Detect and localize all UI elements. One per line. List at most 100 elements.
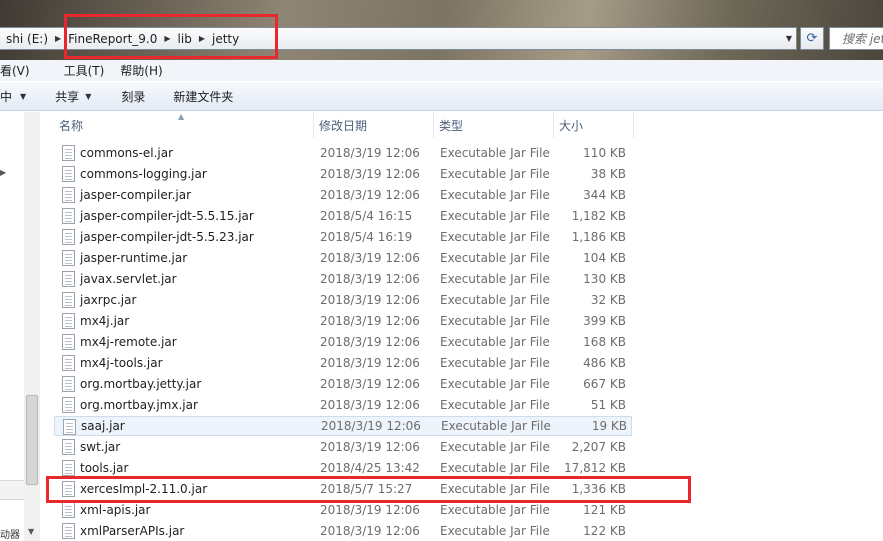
jar-file-icon — [62, 208, 75, 224]
file-row[interactable]: commons-el.jar 2018/3/19 12:06 Executable … — [54, 143, 632, 163]
file-date: 2018/3/19 12:06 — [320, 272, 420, 286]
file-name: swt.jar — [80, 440, 121, 454]
file-name: jasper-runtime.jar — [80, 251, 188, 265]
file-size: 486 KB — [583, 356, 626, 370]
file-row[interactable]: javax.servlet.jar 2018/3/19 12:06 Executab… — [54, 269, 632, 289]
jar-file-icon — [62, 523, 75, 539]
file-size: 38 KB — [590, 167, 626, 181]
file-name: jaxrpc.jar — [80, 293, 137, 307]
jar-file-icon — [62, 376, 75, 392]
file-row[interactable]: mx4j.jar 2018/3/19 12:06 Executable Jar Fi… — [54, 311, 632, 331]
file-date: 2018/5/4 16:19 — [320, 230, 413, 244]
file-type: Executable Jar File — [440, 482, 550, 496]
jar-file-icon — [62, 313, 75, 329]
file-row[interactable]: jasper-compiler-jdt-5.5.23.jar 2018/5/4 1… — [54, 227, 632, 247]
file-size: 667 KB — [583, 377, 626, 391]
file-type: Executable Jar File — [440, 461, 550, 475]
file-row[interactable]: saaj.jar 2018/3/19 12:06 Executable Jar Fi… — [54, 416, 632, 436]
jar-file-icon — [62, 439, 75, 455]
file-name: jasper-compiler.jar — [80, 188, 191, 202]
file-date: 2018/3/19 12:06 — [320, 377, 420, 391]
file-date: 2018/3/19 12:06 — [320, 398, 420, 412]
file-row[interactable]: mx4j-remote.jar 2018/3/19 12:06 Executable… — [54, 332, 632, 352]
file-type: Executable Jar File — [440, 440, 550, 454]
jar-file-icon — [62, 460, 75, 476]
file-date: 2018/5/4 16:15 — [320, 209, 413, 223]
jar-file-icon — [62, 334, 75, 350]
file-name: saaj.jar — [81, 419, 125, 433]
file-name: mx4j-tools.jar — [80, 356, 163, 370]
file-date: 2018/3/19 12:06 — [320, 188, 420, 202]
file-row[interactable]: jasper-runtime.jar 2018/3/19 12:06 Executa… — [54, 248, 632, 268]
file-type: Executable Jar File — [440, 398, 550, 412]
file-name: jasper-compiler-jdt-5.5.23.jar — [80, 230, 254, 244]
file-date: 2018/3/19 12:06 — [320, 167, 420, 181]
file-row[interactable]: swt.jar 2018/3/19 12:06 Executable Jar Fil… — [54, 437, 632, 457]
file-name: commons-el.jar — [80, 146, 173, 160]
file-date: 2018/3/19 12:06 — [320, 356, 420, 370]
jar-file-icon — [62, 187, 75, 203]
jar-file-icon — [62, 250, 75, 266]
file-size: 2,207 KB — [571, 440, 626, 454]
file-row[interactable]: org.mortbay.jmx.jar 2018/3/19 12:06 Execut… — [54, 395, 632, 415]
file-date: 2018/3/19 12:06 — [320, 440, 420, 454]
file-size: 1,336 KB — [571, 482, 626, 496]
file-date: 2018/3/19 12:06 — [320, 293, 420, 307]
file-name: xml-apis.jar — [80, 503, 151, 517]
file-type: Executable Jar File — [440, 314, 550, 328]
file-name: tools.jar — [80, 461, 129, 475]
file-size: 1,182 KB — [571, 209, 626, 223]
file-size: 399 KB — [583, 314, 626, 328]
file-row[interactable]: jasper-compiler-jdt-5.5.15.jar 2018/5/4 1… — [54, 206, 632, 226]
jar-file-icon — [63, 419, 76, 435]
file-row[interactable]: xercesImpl-2.11.0.jar 2018/5/7 15:27 Execu… — [54, 479, 632, 499]
file-name: commons-logging.jar — [80, 167, 207, 181]
file-type: Executable Jar File — [440, 524, 550, 538]
file-name: mx4j-remote.jar — [80, 335, 177, 349]
file-name: jasper-compiler-jdt-5.5.15.jar — [80, 209, 254, 223]
file-name: xmlParserAPIs.jar — [80, 524, 185, 538]
jar-file-icon — [62, 145, 75, 161]
file-type: Executable Jar File — [441, 419, 551, 433]
jar-file-icon — [62, 166, 75, 182]
file-name: mx4j.jar — [80, 314, 130, 328]
jar-file-icon — [62, 271, 75, 287]
file-date: 2018/3/19 12:06 — [320, 503, 420, 517]
file-type: Executable Jar File — [440, 335, 550, 349]
file-row[interactable]: tools.jar 2018/4/25 13:42 Executable Jar F… — [54, 458, 632, 478]
file-date: 2018/3/19 12:06 — [320, 146, 420, 160]
file-type: Executable Jar File — [440, 503, 550, 517]
file-row[interactable]: xml-apis.jar 2018/3/19 12:06 Executable Ja… — [54, 500, 632, 520]
file-size: 19 KB — [591, 419, 627, 433]
file-row[interactable]: mx4j-tools.jar 2018/3/19 12:06 Executable … — [54, 353, 632, 373]
file-size: 1,186 KB — [571, 230, 626, 244]
file-date: 2018/3/19 12:06 — [321, 419, 421, 433]
file-size: 104 KB — [583, 251, 626, 265]
file-type: Executable Jar File — [440, 377, 550, 391]
file-date: 2018/3/19 12:06 — [320, 335, 420, 349]
file-name: org.mortbay.jmx.jar — [80, 398, 198, 412]
file-name: xercesImpl-2.11.0.jar — [80, 482, 208, 496]
file-type: Executable Jar File — [440, 188, 550, 202]
file-type: Executable Jar File — [440, 272, 550, 286]
jar-file-icon — [62, 292, 75, 308]
file-row[interactable]: xmlParserAPIs.jar 2018/3/19 12:06 Executab… — [54, 521, 632, 541]
file-type: Executable Jar File — [440, 167, 550, 181]
file-row[interactable]: commons-logging.jar 2018/3/19 12:06 Execut… — [54, 164, 632, 184]
file-type: Executable Jar File — [440, 356, 550, 370]
file-type: Executable Jar File — [440, 230, 550, 244]
file-size: 17,812 KB — [564, 461, 626, 475]
file-date: 2018/3/19 12:06 — [320, 314, 420, 328]
file-list: commons-el.jar 2018/3/19 12:06 Executable … — [0, 0, 883, 541]
file-size: 121 KB — [583, 503, 626, 517]
file-row[interactable]: jasper-compiler.jar 2018/3/19 12:06 Execut… — [54, 185, 632, 205]
file-row[interactable]: jaxrpc.jar 2018/3/19 12:06 Executable Jar … — [54, 290, 632, 310]
file-type: Executable Jar File — [440, 293, 550, 307]
file-row[interactable]: org.mortbay.jetty.jar 2018/3/19 12:06 Exec… — [54, 374, 632, 394]
jar-file-icon — [62, 397, 75, 413]
file-type: Executable Jar File — [440, 209, 550, 223]
file-date: 2018/3/19 12:06 — [320, 524, 420, 538]
file-type: Executable Jar File — [440, 146, 550, 160]
jar-file-icon — [62, 229, 75, 245]
file-date: 2018/5/7 15:27 — [320, 482, 413, 496]
